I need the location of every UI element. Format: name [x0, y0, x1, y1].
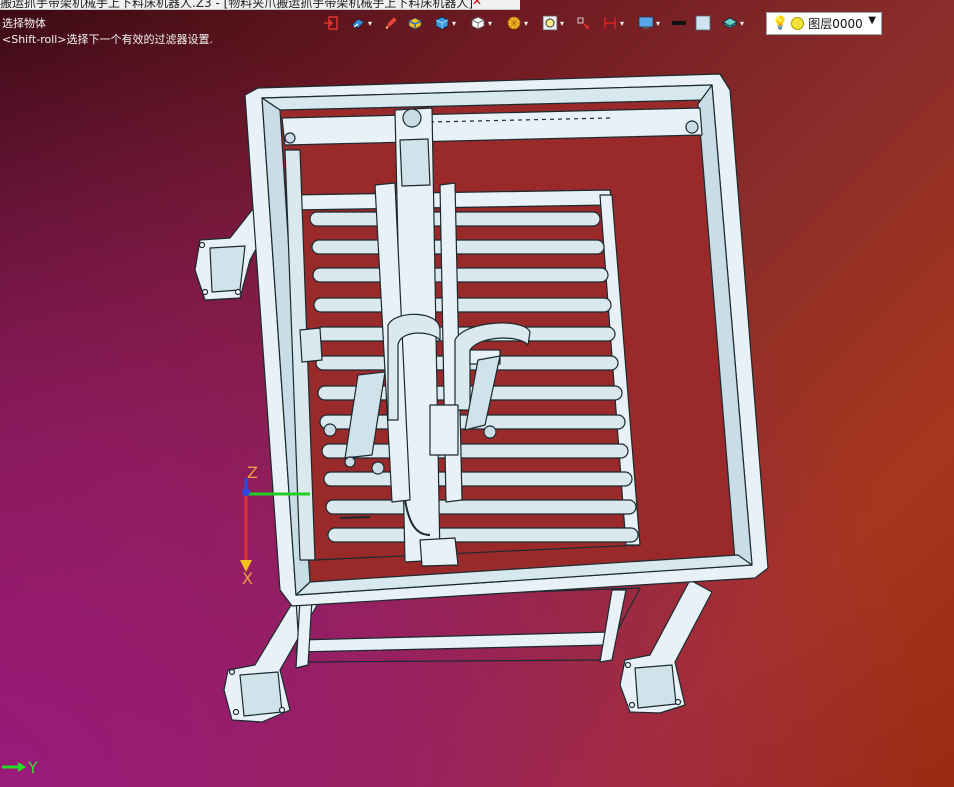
- model-viewport[interactable]: Z X Y: [0, 0, 954, 787]
- robot-frame-model: [194, 73, 769, 723]
- triad-x-label: X: [242, 569, 253, 588]
- corner-y-label: Y: [27, 758, 38, 777]
- corner-axis-indicator: [2, 762, 26, 772]
- triad-z-label: Z: [247, 463, 258, 482]
